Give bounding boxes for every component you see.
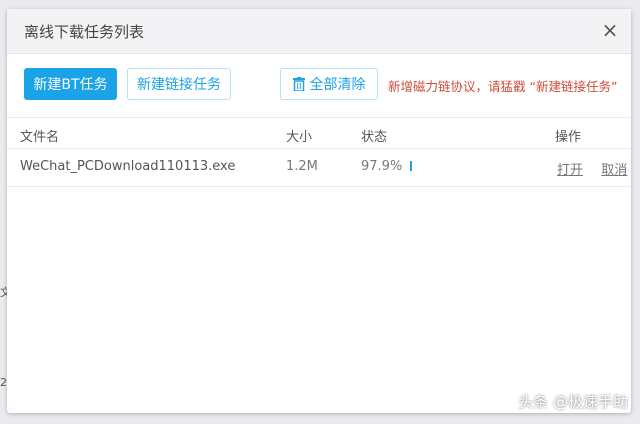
dialog-header: 离线下载任务列表 × <box>7 9 631 54</box>
magnet-hint: 新增磁力链协议，请猛戳 “新建链接任务” <box>388 79 618 94</box>
close-button[interactable]: × <box>599 18 621 42</box>
clear-all-label: 全部清除 <box>309 77 366 93</box>
header-status: 状态 <box>361 130 388 145</box>
table-row: WeChat_PCDownload110113.exe 1.2M 97.9% 打… <box>7 148 631 187</box>
table-header: 文件名 大小 状态 操作 <box>7 117 631 149</box>
row-status-percent: 97.9% <box>361 159 403 174</box>
row-actions: 打开 取消 <box>557 159 627 178</box>
clear-all-button[interactable]: 全部清除 <box>280 68 378 100</box>
offline-download-dialog: 离线下载任务列表 × 新建BT任务 新建链接任务 全部清除 新增磁力链协议，请猛… <box>7 9 631 413</box>
watermark: 头条 @极速手助 <box>518 393 628 411</box>
trash-icon <box>292 77 305 92</box>
header-filename: 文件名 <box>20 130 60 145</box>
progress-indicator <box>410 161 413 171</box>
cancel-link[interactable]: 取消 <box>601 163 627 178</box>
header-size: 大小 <box>286 130 313 145</box>
row-size: 1.2M <box>286 159 318 174</box>
new-link-task-button[interactable]: 新建链接任务 <box>127 68 231 100</box>
open-link[interactable]: 打开 <box>557 163 583 178</box>
header-actions: 操作 <box>555 130 582 145</box>
dialog-title: 离线下载任务列表 <box>24 23 145 41</box>
new-bt-task-button[interactable]: 新建BT任务 <box>24 68 117 100</box>
row-status: 97.9% <box>361 159 413 174</box>
close-icon: × <box>601 18 619 42</box>
row-filename: WeChat_PCDownload110113.exe <box>20 159 236 174</box>
